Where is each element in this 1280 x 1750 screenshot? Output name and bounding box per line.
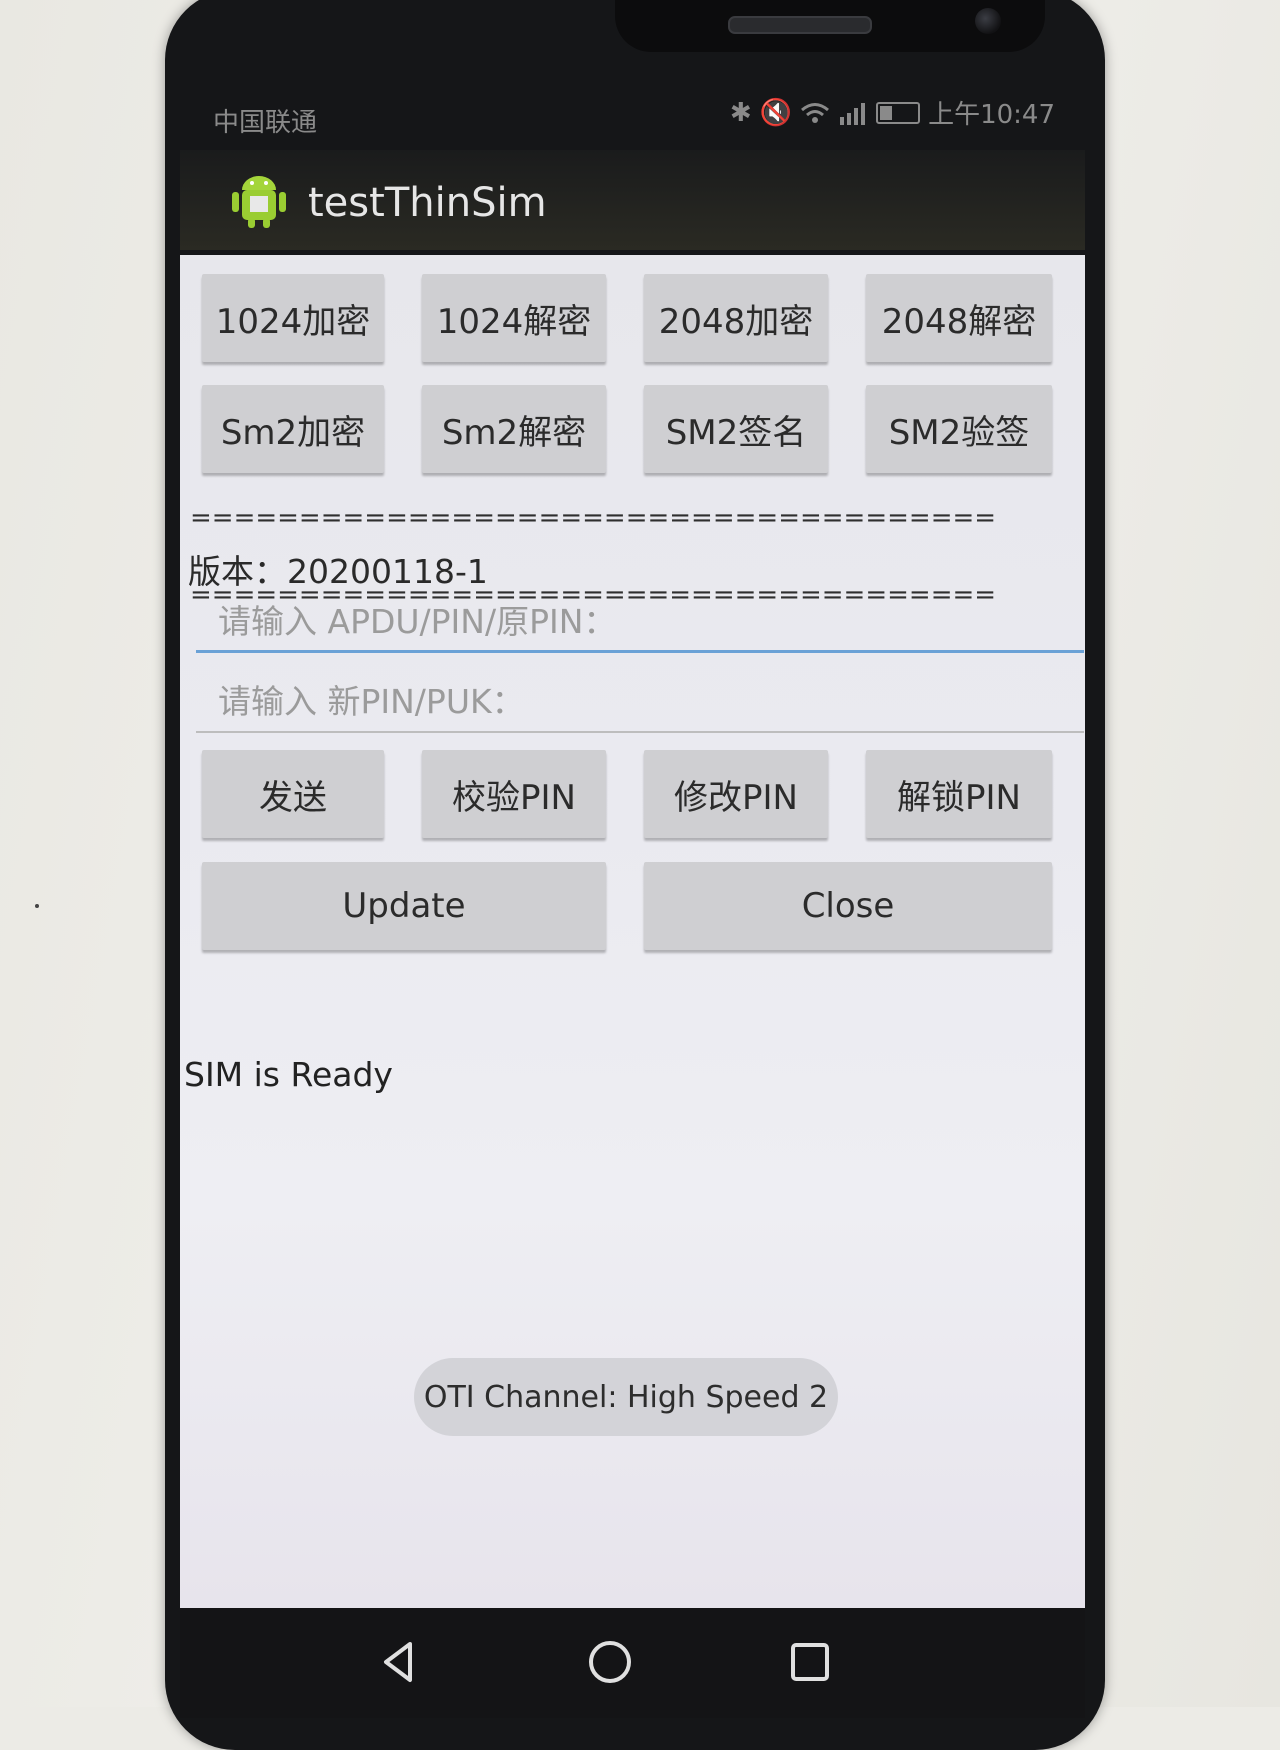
- verify-pin-button[interactable]: 校验PIN: [422, 750, 606, 838]
- sim-status-text: SIM is Ready: [184, 1055, 393, 1094]
- new-pin-input[interactable]: 请输入 新PIN/PUK：: [196, 667, 1084, 733]
- sm2-verify-button[interactable]: SM2验签: [866, 385, 1052, 473]
- unlock-pin-button[interactable]: 解锁PIN: [866, 750, 1052, 838]
- separator-top: =====================================: [190, 503, 997, 533]
- sm2-sign-button[interactable]: SM2签名: [644, 385, 828, 473]
- front-camera: [975, 8, 1001, 34]
- close-button[interactable]: Close: [644, 862, 1052, 950]
- earpiece-speaker: [728, 16, 872, 34]
- surface-speck: [35, 904, 39, 908]
- toast-message: OTI Channel: High Speed 2: [414, 1358, 838, 1436]
- sm2-encrypt-button[interactable]: Sm2加密: [202, 385, 384, 473]
- app-content: 1024加密 1024解密 2048加密 2048解密 Sm2加密 Sm2解密 …: [180, 255, 1085, 1610]
- rsa2048-encrypt-button[interactable]: 2048加密: [644, 274, 828, 362]
- wifi-icon: [801, 102, 830, 123]
- android-icon: [232, 176, 286, 228]
- new-pin-input-placeholder: 请输入 新PIN/PUK：: [218, 682, 525, 721]
- clock: 上午10:47: [928, 100, 1055, 130]
- navigation-bar: [180, 1608, 1085, 1718]
- rsa1024-decrypt-button[interactable]: 1024解密: [422, 274, 606, 362]
- home-icon[interactable]: [580, 1632, 640, 1692]
- action-bar: testThinSim: [180, 150, 1085, 250]
- battery-icon: [876, 101, 921, 124]
- sm2-decrypt-button[interactable]: Sm2解密: [422, 385, 606, 473]
- send-button[interactable]: 发送: [202, 750, 384, 838]
- rsa1024-encrypt-button[interactable]: 1024加密: [202, 274, 384, 362]
- signal-icon: [840, 102, 866, 125]
- back-icon[interactable]: [370, 1632, 430, 1692]
- change-pin-button[interactable]: 修改PIN: [644, 750, 828, 838]
- app-title: testThinSim: [308, 180, 547, 226]
- recents-icon[interactable]: [780, 1632, 840, 1692]
- rsa2048-decrypt-button[interactable]: 2048解密: [866, 274, 1052, 362]
- bluetooth-icon: ✱: [729, 97, 752, 128]
- mute-icon: 🔇: [759, 97, 793, 128]
- apdu-input-placeholder: 请输入 APDU/PIN/原PIN：: [218, 601, 617, 641]
- status-icons: ✱ 🔇 上午10:47: [730, 94, 1055, 131]
- update-button[interactable]: Update: [202, 862, 606, 950]
- apdu-input[interactable]: 请输入 APDU/PIN/原PIN：: [196, 587, 1084, 653]
- carrier-label: 中国联通: [213, 108, 318, 138]
- status-bar: 中国联通 ✱ 🔇 上午10:47: [195, 90, 1085, 140]
